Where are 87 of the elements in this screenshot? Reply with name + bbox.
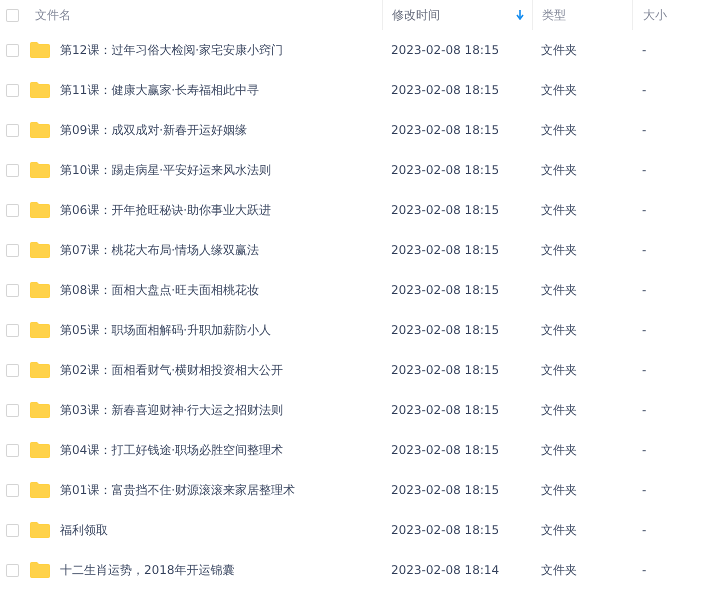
- row-checkbox[interactable]: [6, 404, 19, 416]
- file-type: 文件夹: [541, 362, 577, 376]
- file-name[interactable]: 福利领取: [60, 522, 108, 538]
- modified-time: 2023-02-08 18:15: [391, 523, 500, 537]
- file-size: -: [642, 483, 646, 497]
- row-checkbox[interactable]: [6, 324, 19, 336]
- file-type: 文件夹: [541, 82, 577, 96]
- row-checkbox[interactable]: [6, 164, 19, 176]
- file-size: -: [642, 83, 646, 97]
- folder-icon: [30, 562, 50, 578]
- file-size: -: [642, 323, 646, 337]
- column-header[interactable]: 修改时间: [392, 6, 440, 24]
- modified-time: 2023-02-08 18:15: [391, 363, 500, 377]
- row-checkbox[interactable]: [6, 484, 19, 496]
- file-size: -: [642, 363, 646, 377]
- folder-icon: [30, 322, 50, 338]
- row-checkbox[interactable]: [6, 84, 19, 96]
- modified-time: 2023-02-08 18:15: [391, 43, 500, 57]
- file-name[interactable]: 第12课：过年习俗大检阅·家宅安康小窍门: [60, 42, 284, 58]
- file-type: 文件夹: [541, 242, 577, 256]
- file-type: 文件夹: [541, 562, 577, 576]
- row-checkbox[interactable]: [6, 284, 19, 296]
- folder-icon: [30, 402, 50, 418]
- file-size: -: [642, 163, 646, 177]
- row-checkbox[interactable]: [6, 364, 19, 376]
- file-type: 文件夹: [541, 162, 577, 176]
- file-name[interactable]: 第04课：打工好钱途·职场必胜空间整理术: [60, 442, 284, 458]
- modified-time: 2023-02-08 18:15: [391, 83, 500, 97]
- file-name[interactable]: 第09课：成双成对·新春开运好姻缘: [60, 122, 248, 138]
- row-checkbox[interactable]: [6, 124, 19, 136]
- row-checkbox[interactable]: [6, 244, 19, 256]
- file-type: 文件夹: [541, 482, 577, 496]
- folder-icon: [30, 122, 50, 138]
- file-size: -: [642, 243, 646, 257]
- file-name[interactable]: 第05课：职场面相解码·升职加薪防小人: [60, 322, 272, 338]
- modified-time: 2023-02-08 18:15: [391, 323, 500, 337]
- modified-time: 2023-02-08 18:15: [391, 163, 500, 177]
- folder-icon: [30, 202, 50, 218]
- row-checkbox[interactable]: [6, 524, 19, 536]
- folder-icon: [30, 282, 50, 298]
- select-all-checkbox[interactable]: [6, 8, 19, 22]
- modified-time: 2023-02-08 18:15: [391, 403, 500, 417]
- row-checkbox[interactable]: [6, 44, 19, 56]
- folder-icon: [30, 82, 50, 98]
- folder-icon: [30, 242, 50, 258]
- modified-time: 2023-02-08 18:15: [391, 243, 500, 257]
- file-type: 文件夹: [541, 122, 577, 136]
- modified-time: 2023-02-08 18:15: [391, 483, 500, 497]
- file-size: -: [642, 443, 646, 457]
- file-size: -: [642, 203, 646, 217]
- row-checkbox[interactable]: [6, 204, 19, 216]
- file-type: 文件夹: [541, 322, 577, 336]
- file-type: 文件夹: [541, 522, 577, 536]
- file-name[interactable]: 第01课：富贵挡不住·财源滚滚来家居整理术: [60, 482, 296, 498]
- file-size: -: [642, 523, 646, 537]
- folder-icon: [30, 482, 50, 498]
- file-name[interactable]: 第03课：新春喜迎财神·行大运之招财法则: [60, 402, 284, 418]
- file-size: -: [642, 563, 646, 577]
- folder-icon: [30, 522, 50, 538]
- modified-time: 2023-02-08 18:14: [391, 563, 500, 577]
- folder-icon: [30, 42, 50, 58]
- file-type: 文件夹: [541, 42, 577, 56]
- file-size: -: [642, 123, 646, 137]
- file-size: -: [642, 403, 646, 417]
- file-size: -: [642, 43, 646, 57]
- folder-icon: [30, 162, 50, 178]
- file-name[interactable]: 第11课：健康大赢家·长寿福相此中寻: [60, 82, 260, 98]
- file-name[interactable]: 第02课：面相看财气·横财相投资相大公开: [60, 362, 284, 378]
- file-name[interactable]: 第10课：踢走病星·平安好运来风水法则: [60, 162, 272, 178]
- row-checkbox[interactable]: [6, 564, 19, 576]
- folder-icon: [30, 442, 50, 458]
- file-type: 文件夹: [541, 202, 577, 216]
- file-type: 文件夹: [541, 402, 577, 416]
- file-size: -: [642, 283, 646, 297]
- file-type: 文件夹: [541, 282, 577, 296]
- sort-arrow-icon[interactable]: [516, 10, 524, 20]
- modified-time: 2023-02-08 18:15: [391, 203, 500, 217]
- folder-icon: [30, 362, 50, 378]
- modified-time: 2023-02-08 18:15: [391, 123, 500, 137]
- row-checkbox[interactable]: [6, 444, 19, 456]
- file-name[interactable]: 十二生肖运势，2018年开运锦囊: [60, 562, 235, 578]
- file-name[interactable]: 第06课：开年抢旺秘诀·助你事业大跃进: [60, 202, 272, 218]
- modified-time: 2023-02-08 18:15: [391, 283, 500, 297]
- file-name[interactable]: 第07课：桃花大布局·情场人缘双赢法: [60, 242, 260, 258]
- file-name[interactable]: 第08课：面相大盘点·旺夫面相桃花妆: [60, 282, 260, 298]
- modified-time: 2023-02-08 18:15: [391, 443, 500, 457]
- file-type: 文件夹: [541, 442, 577, 456]
